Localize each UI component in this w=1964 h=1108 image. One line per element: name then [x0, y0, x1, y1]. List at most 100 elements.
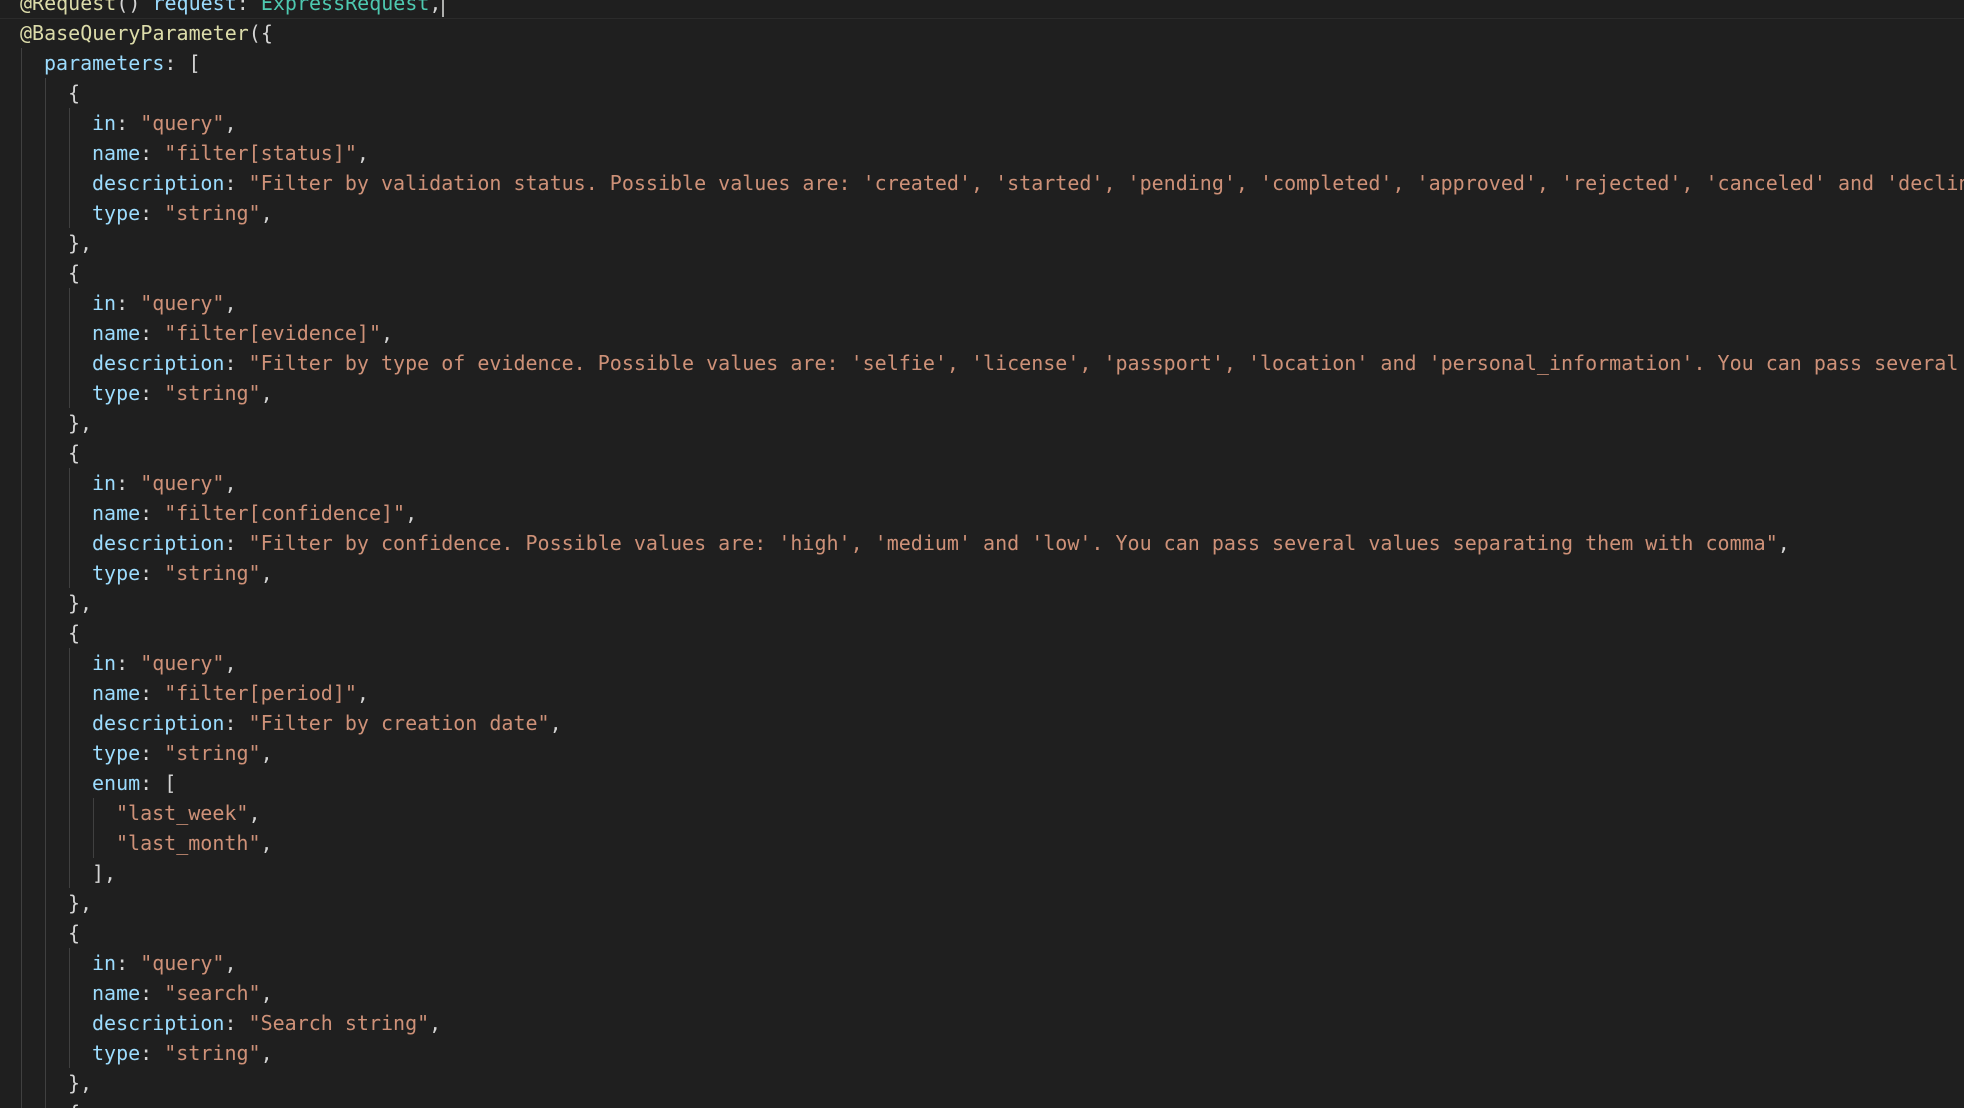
code-token: : [140, 501, 165, 525]
code-line[interactable]: in: "query", [0, 108, 1964, 138]
code-token: : [116, 111, 141, 135]
indent-guide [45, 78, 46, 108]
indent-guide [45, 168, 46, 198]
code-line[interactable]: description: "Filter by type of evidence… [0, 348, 1964, 378]
indent-guide [45, 1038, 46, 1068]
code-line[interactable]: description: "Filter by creation date", [0, 708, 1964, 738]
code-line[interactable]: name: "filter[status]", [0, 138, 1964, 168]
indent-guide [21, 738, 22, 768]
code-token: name [92, 141, 141, 165]
code-token: , [224, 951, 237, 975]
code-line[interactable]: "last_month", [0, 828, 1964, 858]
code-line[interactable]: { [0, 618, 1964, 648]
code-line[interactable]: }, [0, 888, 1964, 918]
code-line[interactable]: ], [0, 858, 1964, 888]
code-line[interactable]: type: "string", [0, 558, 1964, 588]
code-token: , [356, 141, 369, 165]
indent-guide [69, 528, 70, 558]
code-token: "string" [164, 741, 261, 765]
code-line[interactable]: type: "string", [0, 198, 1964, 228]
code-line[interactable]: in: "query", [0, 288, 1964, 318]
code-token: in [92, 291, 117, 315]
code-token: enum [92, 771, 141, 795]
code-token: "query" [140, 111, 225, 135]
code-token: , [248, 801, 261, 825]
indent-guide [69, 768, 70, 798]
code-token: , [260, 561, 273, 585]
code-token: "string" [164, 561, 261, 585]
code-token: in [92, 111, 117, 135]
code-line[interactable]: }, [0, 408, 1964, 438]
indent-guide [69, 378, 70, 408]
code-line[interactable]: name: "filter[confidence]", [0, 498, 1964, 528]
code-line[interactable]: }, [0, 228, 1964, 258]
code-line[interactable]: type: "string", [0, 1038, 1964, 1068]
indent-guide [69, 288, 70, 318]
code-token: }, [68, 231, 93, 255]
code-token: description [92, 1011, 225, 1035]
code-line[interactable]: }, [0, 1068, 1964, 1098]
code-line[interactable]: { [0, 258, 1964, 288]
code-token: "query" [140, 291, 225, 315]
indent-guide [45, 228, 46, 258]
indent-guide [45, 768, 46, 798]
code-line[interactable]: enum: [ [0, 768, 1964, 798]
indent-guide [21, 498, 22, 528]
code-line[interactable]: type: "string", [0, 738, 1964, 768]
code-line[interactable]: description: "Filter by confidence. Poss… [0, 528, 1964, 558]
indent-guide [21, 1008, 22, 1038]
code-line[interactable]: description: "Filter by validation statu… [0, 168, 1964, 198]
code-line[interactable]: { [0, 918, 1964, 948]
code-token: () [116, 0, 153, 15]
code-line[interactable]: { [0, 1098, 1964, 1108]
code-token: : [224, 711, 249, 735]
code-token: : [140, 561, 165, 585]
indent-guide [45, 108, 46, 138]
code-token: description [92, 531, 225, 555]
code-token: "query" [140, 951, 225, 975]
code-line[interactable]: type: "string", [0, 378, 1964, 408]
code-line[interactable]: in: "query", [0, 648, 1964, 678]
indent-guide [69, 948, 70, 978]
indent-guide [45, 1098, 46, 1108]
indent-guide [21, 1038, 22, 1068]
code-token: , [381, 321, 394, 345]
indent-guide [45, 198, 46, 228]
indent-guide [45, 588, 46, 618]
code-token: { [68, 261, 81, 285]
code-token: "filter[confidence]" [164, 501, 406, 525]
indent-guide [45, 798, 46, 828]
indent-guide [45, 138, 46, 168]
indent-guide [21, 1098, 22, 1108]
code-line[interactable]: { [0, 438, 1964, 468]
code-line[interactable]: "last_week", [0, 798, 1964, 828]
code-token: { [68, 441, 81, 465]
code-line[interactable]: { [0, 78, 1964, 108]
code-line[interactable]: name: "search", [0, 978, 1964, 1008]
code-line[interactable]: @Request() request: ExpressRequest, [0, 0, 1964, 18]
code-lines[interactable]: @Request() request: ExpressRequest, @Base… [0, 0, 1964, 1108]
code-line[interactable]: description: "Search string", [0, 1008, 1964, 1038]
indent-guide [21, 138, 22, 168]
code-line[interactable]: @BaseQueryParameter({ [0, 18, 1964, 48]
code-line[interactable]: }, [0, 588, 1964, 618]
indent-guide [21, 828, 22, 858]
code-token: @Request [20, 0, 117, 15]
code-line[interactable]: in: "query", [0, 948, 1964, 978]
text-cursor [442, 0, 445, 17]
code-token: }, [68, 411, 93, 435]
code-token: , [260, 201, 273, 225]
code-line[interactable]: name: "filter[period]", [0, 678, 1964, 708]
code-line[interactable]: parameters: [ [0, 48, 1964, 78]
code-token: "filter[period]" [164, 681, 357, 705]
code-line[interactable]: name: "filter[evidence]", [0, 318, 1964, 348]
code-token: , [429, 1011, 442, 1035]
indent-guide [45, 408, 46, 438]
code-token: : [140, 1041, 165, 1065]
code-token: type [92, 201, 141, 225]
indent-guide [69, 138, 70, 168]
code-line[interactable]: in: "query", [0, 468, 1964, 498]
indent-guide [21, 348, 22, 378]
code-token: , [224, 111, 237, 135]
code-editor[interactable]: @Request() request: ExpressRequest, @Base… [0, 0, 1964, 1108]
